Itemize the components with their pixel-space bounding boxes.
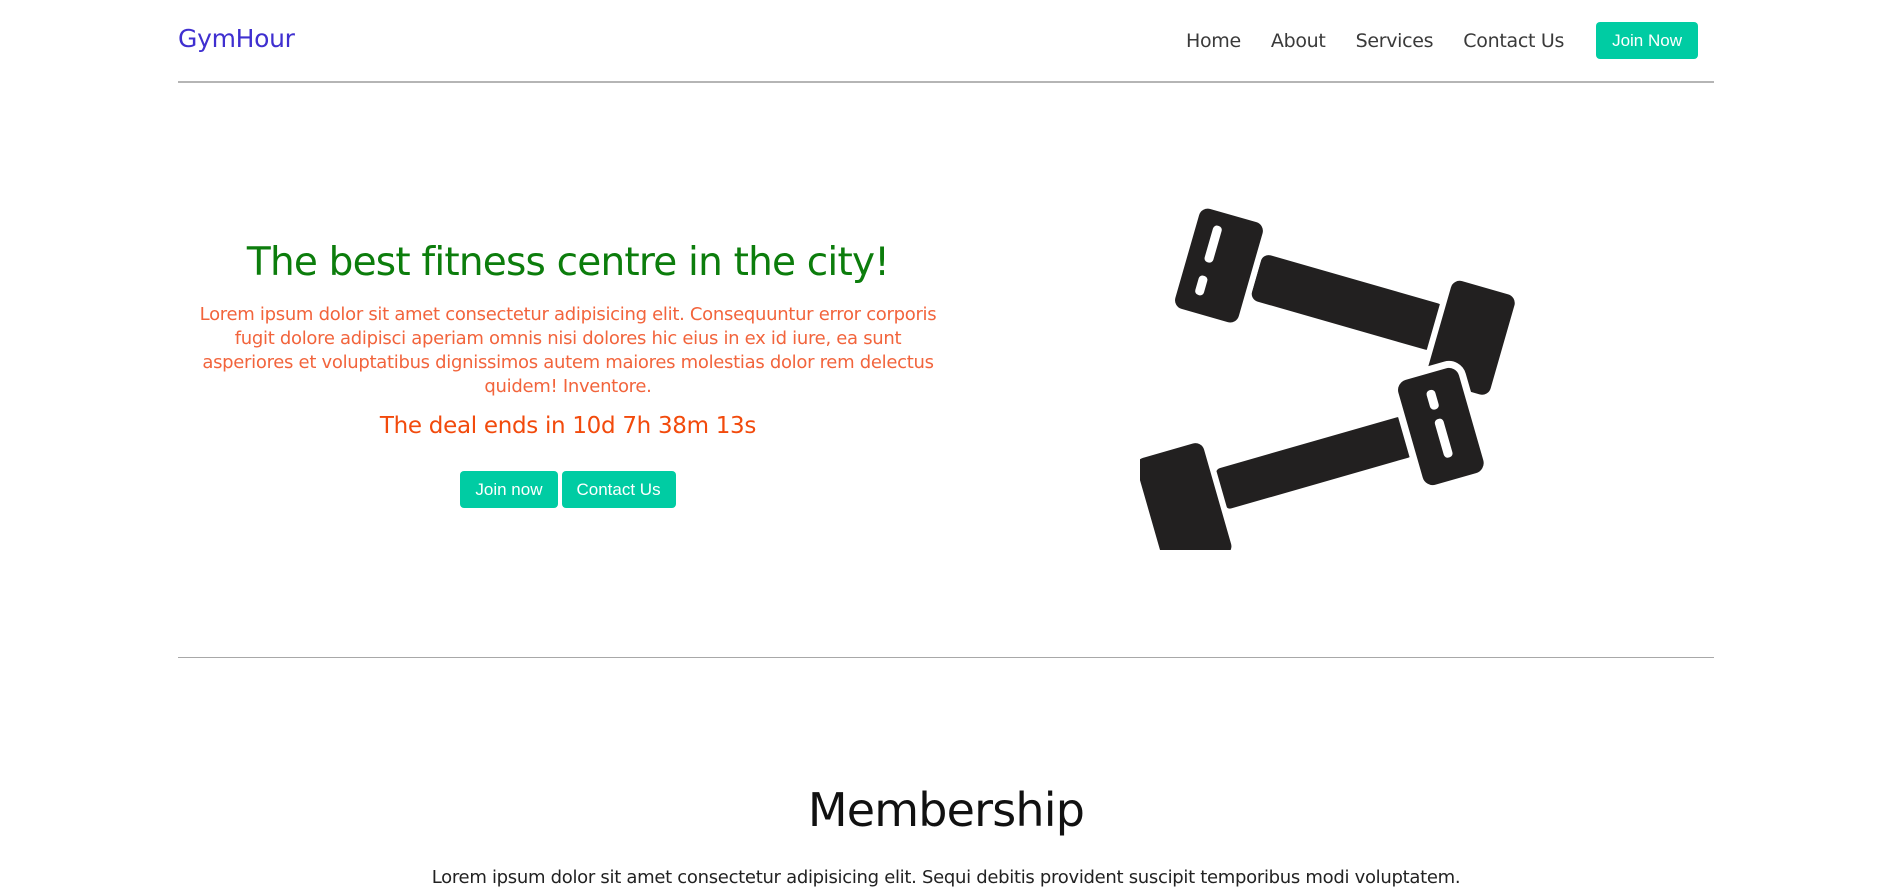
membership-description: Lorem ipsum dolor sit amet consectetur a… (431, 867, 1461, 888)
navbar: GymHour Home About Services Contact Us J… (178, 0, 1714, 83)
nav-links: Home About Services Contact Us Join Now (1186, 22, 1714, 59)
brand-logo[interactable]: GymHour (178, 24, 295, 53)
nav-link-about[interactable]: About (1271, 30, 1326, 52)
deal-countdown: The deal ends in 10d 7h 38m 13s (379, 413, 757, 439)
dumbbell-upper (1169, 202, 1521, 401)
hero-contact-button[interactable]: Contact Us (561, 471, 676, 508)
page: GymHour Home About Services Contact Us J… (0, 0, 1898, 888)
dumbbell-lower (1130, 360, 1491, 576)
hero-section: The best fitness centre in the city! Lor… (178, 240, 958, 508)
nav-link-contact[interactable]: Contact Us (1463, 30, 1564, 52)
hero-join-button[interactable]: Join now (460, 471, 558, 508)
hero-buttons: Join now Contact Us (178, 471, 958, 508)
hero-description: Lorem ipsum dolor sit amet consectetur a… (199, 304, 937, 397)
hero-title: The best fitness centre in the city! (246, 240, 890, 285)
nav-link-home[interactable]: Home (1186, 30, 1241, 52)
dumbbells-icon (1130, 200, 1570, 576)
join-now-button[interactable]: Join Now (1596, 22, 1698, 59)
section-divider (178, 657, 1714, 658)
membership-title: Membership (807, 783, 1085, 837)
nav-link-services[interactable]: Services (1356, 30, 1434, 52)
